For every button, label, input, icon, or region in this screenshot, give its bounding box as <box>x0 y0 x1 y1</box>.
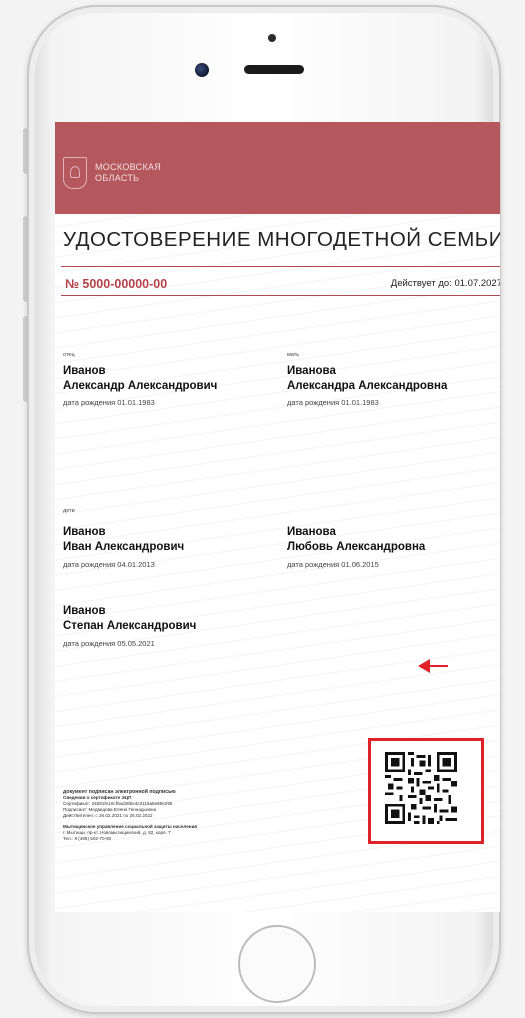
arrow-head <box>418 659 430 673</box>
mother-role-label: мать <box>287 352 300 358</box>
mother-name: Александра Александровна <box>287 380 448 392</box>
front-camera-icon <box>195 63 209 77</box>
qr-code-icon[interactable] <box>385 752 457 824</box>
child-3-surname: Иванов <box>63 605 106 617</box>
father-dob: дата рождения 01.01.1983 <box>63 398 155 407</box>
emblem-icon <box>63 157 87 189</box>
divider <box>61 266 500 267</box>
child-1-surname: Иванов <box>63 526 106 538</box>
region-name: МОСКОВСКАЯ ОБЛАСТЬ <box>95 162 161 184</box>
father-name: Александр Александрович <box>63 380 218 392</box>
children-role-label: дети <box>63 508 75 514</box>
signature-phone: Тел.: 8 (495) 502-70-80 <box>63 836 112 841</box>
valid-until: Действует до: 01.07.2027 <box>390 278 500 289</box>
qr-highlight-box <box>368 738 484 844</box>
mother-dob: дата рождения 01.01.1983 <box>287 398 379 407</box>
mother-surname: Иванова <box>287 365 336 377</box>
child-3-name: Степан Александрович <box>63 620 197 632</box>
phone-screen: МОСКОВСКАЯ ОБЛАСТЬ УДОСТОВЕРЕНИЕ МНОГОДЕ… <box>55 122 500 912</box>
child-2-dob: дата рождения 01.06.2015 <box>287 560 379 569</box>
home-button[interactable] <box>238 925 316 1003</box>
father-surname: Иванов <box>63 365 106 377</box>
child-2-name: Любовь Александровна <box>287 541 426 553</box>
sensor-icon <box>268 34 276 42</box>
father-role-label: отец <box>63 352 75 358</box>
signature-block: документ подписан электронной подписью С… <box>63 789 288 842</box>
region-banner: МОСКОВСКАЯ ОБЛАСТЬ <box>55 122 500 214</box>
region-line-1: МОСКОВСКАЯ <box>95 162 162 172</box>
region-line-2: ОБЛАСТЬ <box>95 173 140 183</box>
document-title: УДОСТОВЕРЕНИЕ МНОГОДЕТНОЙ СЕМЬИ <box>63 228 500 251</box>
child-2-surname: Иванова <box>287 526 336 538</box>
earpiece-speaker <box>244 65 304 74</box>
child-1-dob: дата рождения 04.01.2013 <box>63 560 155 569</box>
child-3-dob: дата рождения 05.05.2021 <box>63 639 155 648</box>
child-1-name: Иван Александрович <box>63 541 185 553</box>
arrow-left-icon <box>428 665 448 667</box>
divider <box>61 295 500 296</box>
document-number: № 5000-00000-00 <box>65 277 168 291</box>
